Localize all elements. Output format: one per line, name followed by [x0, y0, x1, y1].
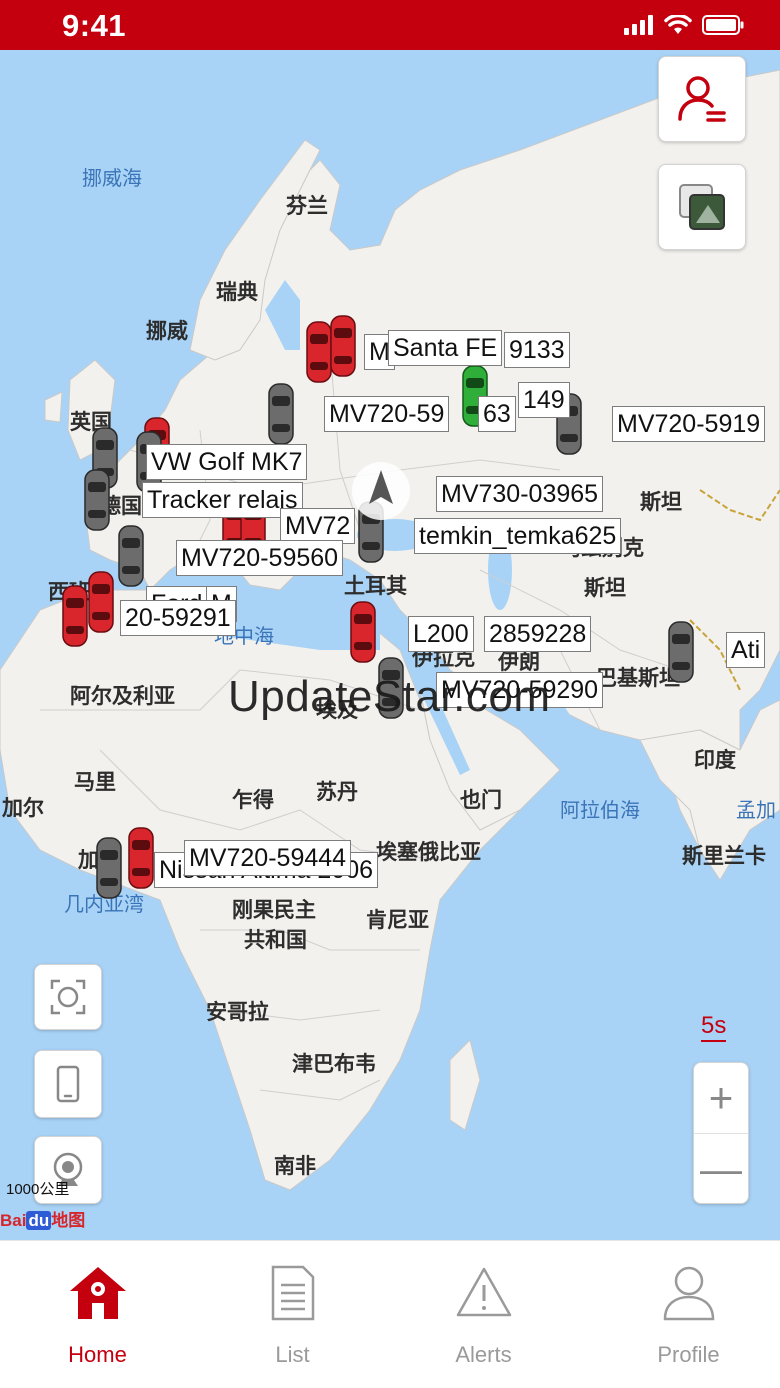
country-label: 刚果民主 [232, 899, 316, 922]
vehicle-tag[interactable]: 20-59291 [120, 600, 236, 636]
home-icon [69, 1267, 126, 1319]
country-label: 加尔 [2, 797, 44, 820]
country-label: 南非 [274, 1155, 316, 1178]
sea-label: 挪威海 [82, 168, 142, 190]
tab-home[interactable]: Home [0, 1241, 195, 1388]
tab-bar: Home List Alerts Profile [0, 1240, 780, 1388]
battery-icon [702, 15, 744, 35]
country-label: 斯坦 [584, 577, 626, 600]
country-label: 土耳其 [344, 575, 407, 598]
zoom-in-button[interactable]: + [694, 1063, 748, 1134]
country-label: 苏丹 [316, 781, 358, 804]
refresh-interval[interactable]: 5s [701, 1012, 727, 1042]
vehicle-tag[interactable]: temkin_temka625 [414, 518, 622, 554]
country-label: 斯坦 [640, 491, 682, 514]
user-filter-button[interactable] [658, 56, 746, 142]
vehicle-tag[interactable]: 149 [518, 382, 570, 418]
map-layer-icon [679, 184, 725, 230]
baidu-logo: Bai du 地图 [0, 1211, 86, 1230]
vehicle-marker-gray[interactable] [118, 524, 144, 588]
alert-icon [456, 1267, 511, 1317]
vehicle-tag[interactable]: Tracker relais [142, 482, 303, 518]
fit-view-button[interactable] [34, 964, 102, 1030]
vehicle-tag[interactable]: MV720-59 [324, 396, 450, 432]
vehicle-tag[interactable]: MV730-03965 [436, 476, 604, 512]
status-bar: 9:41 [0, 0, 780, 50]
vehicle-tag[interactable]: VW Golf MK7 [146, 444, 308, 480]
tab-label: Profile [657, 1342, 720, 1367]
country-label: 津巴布韦 [292, 1053, 376, 1076]
profile-icon [663, 1266, 714, 1321]
tab-profile[interactable]: Profile [591, 1241, 780, 1388]
phone-icon [56, 1065, 80, 1103]
zoom-control: + — [693, 1062, 749, 1204]
country-label: 肯尼亚 [366, 909, 429, 932]
vehicle-tag[interactable]: Ati [726, 632, 766, 668]
vehicle-marker-red[interactable] [306, 320, 332, 384]
vehicle-marker-gray[interactable] [268, 382, 294, 446]
vehicle-marker-red[interactable] [62, 584, 88, 648]
country-label: 埃塞俄比亚 [376, 841, 481, 864]
vehicle-marker-gray[interactable] [668, 620, 694, 684]
tab-label: List [275, 1342, 310, 1367]
map-layer-button[interactable] [658, 164, 746, 250]
zoom-out-button[interactable]: — [694, 1134, 748, 1204]
vehicle-tag[interactable]: L200 [408, 616, 474, 652]
list-icon [271, 1265, 314, 1321]
vehicle-marker-gray[interactable] [96, 836, 122, 900]
country-label: 马里 [74, 771, 116, 794]
vehicle-tag[interactable]: Santa FE [388, 330, 503, 366]
tab-alerts[interactable]: Alerts [386, 1241, 581, 1388]
status-time: 9:41 [62, 8, 127, 43]
country-label: 也门 [460, 789, 502, 812]
map-view[interactable]: 挪威海 芬兰 瑞典 挪威 英国 德国 西班 土耳其 斯坦 乌兹别克 斯坦 地中海… [0, 50, 780, 1240]
fit-view-icon [50, 979, 86, 1015]
my-device-button[interactable] [34, 1050, 102, 1118]
vehicle-tag[interactable]: 9133 [504, 332, 570, 368]
country-label: 印度 [694, 749, 736, 772]
location-arrow-icon[interactable] [350, 460, 412, 522]
country-label: 共和国 [244, 929, 307, 952]
vehicle-tag[interactable]: MV720-59444 [184, 840, 352, 876]
country-label: 安哥拉 [206, 1001, 269, 1024]
user-list-icon [678, 76, 726, 122]
vehicle-marker-gray[interactable] [84, 468, 110, 532]
vehicle-tag[interactable]: MV720-59560 [176, 540, 344, 576]
country-label: 芬兰 [286, 195, 328, 218]
country-label: 瑞典 [216, 281, 258, 304]
map-scale: 1000公里 [6, 1181, 70, 1198]
tab-list[interactable]: List [195, 1241, 390, 1388]
vehicle-tag[interactable]: 63 [478, 396, 516, 432]
vehicle-marker-red[interactable] [88, 570, 114, 634]
country-label: 挪威 [146, 320, 188, 343]
country-label: 阿尔及利亚 [70, 685, 175, 708]
signal-icon [624, 15, 653, 35]
vehicle-marker-red[interactable] [128, 826, 154, 890]
vehicle-marker-red[interactable] [330, 314, 356, 378]
vehicle-tag[interactable]: 2859228 [484, 616, 592, 652]
vehicle-marker-red[interactable] [350, 600, 376, 664]
country-label: 斯里兰卡 [682, 845, 766, 868]
tab-label: Home [68, 1342, 127, 1367]
vehicle-tag[interactable]: MV72 [280, 508, 356, 544]
watermark-text: UpdateStar.com [228, 672, 551, 721]
sea-label: 阿拉伯海 [560, 800, 640, 822]
country-label: 乍得 [232, 789, 274, 812]
vehicle-tag[interactable]: MV720-5919 [612, 406, 766, 442]
wifi-icon [664, 15, 692, 34]
sea-label: 孟加 [736, 800, 776, 822]
tab-label: Alerts [455, 1342, 512, 1367]
